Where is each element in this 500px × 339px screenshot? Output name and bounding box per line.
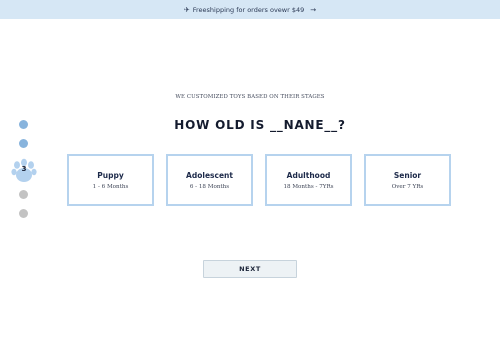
next-button[interactable]: NEXT (203, 260, 297, 278)
quiz-title: HOW OLD IS __NANE__? (174, 118, 346, 132)
option-title: Adolescent (186, 170, 233, 180)
step-dot-5 (19, 209, 28, 218)
option-card-senior[interactable]: Senior Over 7 YRs (364, 154, 451, 206)
promo-banner[interactable]: ✈ Freeshipping for orders ovewr $49 → (0, 0, 500, 19)
quiz-subtitle: WE CUSTOMIZED TOYS BASED ON THEIR STAGES (175, 94, 325, 100)
option-range: 1 - 6 Months (92, 183, 129, 190)
option-title: Senior (393, 170, 422, 180)
option-card-adulthood[interactable]: Adulthood 18 Months - 7YRs (265, 154, 352, 206)
step-dot-2 (19, 139, 28, 148)
option-card-puppy[interactable]: Puppy 1 - 6 Months (67, 154, 154, 206)
step-dot-4 (19, 190, 28, 199)
option-range: 18 Months - 7YRs (283, 183, 334, 190)
option-range: 6 - 18 Months (189, 183, 230, 190)
option-title: Adulthood (286, 170, 331, 180)
airplane-icon: ✈ (183, 5, 190, 14)
option-range: Over 7 YRs (391, 183, 424, 190)
arrow-right-icon: → (310, 5, 317, 14)
option-card-adolescent[interactable]: Adolescent 6 - 18 Months (166, 154, 253, 206)
current-step-number: 3 (21, 165, 27, 173)
promo-text: Freeshipping for orders ovewr $49 (192, 5, 305, 14)
option-title: Puppy (97, 170, 124, 180)
